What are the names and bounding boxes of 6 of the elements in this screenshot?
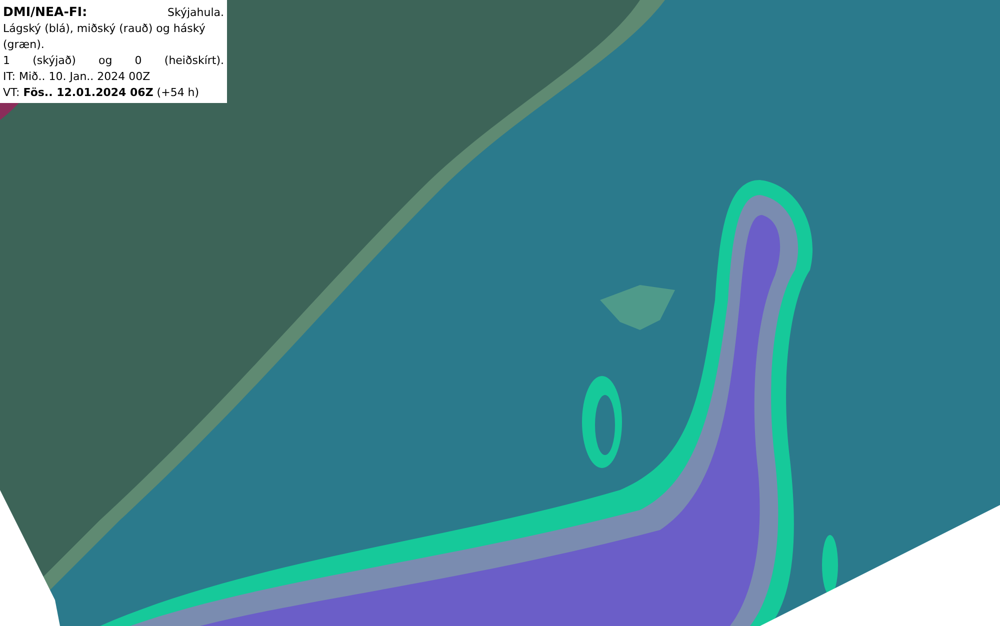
legend-text: Lágský (blá), miðský (rauð) og háský (græn). [3,21,206,53]
valid-time: VT: Fös.. 12.01.2024 06Z (+54 h) [3,85,200,101]
legend-subject: Skýjahula. [167,5,224,21]
legend-title: DMI/NEA-FI: [3,4,88,20]
issue-time: IT: Mið.. 10. Jan.. 2024 00Z [3,69,152,85]
legend-text: 1 (skýjað) og 0 (heiðskírt). [3,53,224,69]
